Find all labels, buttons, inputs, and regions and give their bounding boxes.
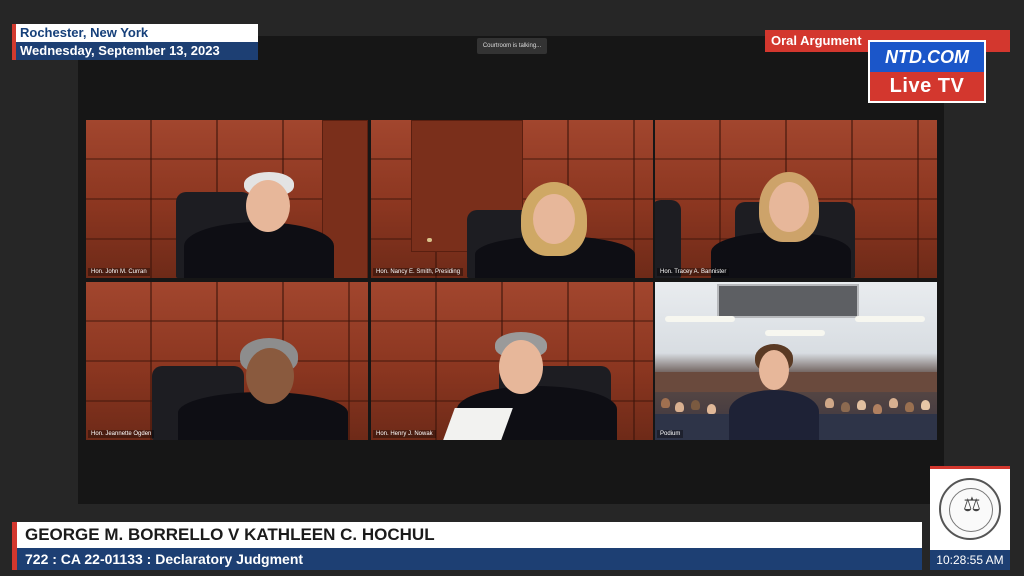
audience-member [691, 400, 700, 410]
speaker-face [759, 350, 789, 390]
ntd-logo-text: NTD.COM [870, 42, 984, 72]
judge-face [246, 348, 294, 404]
location-city: Rochester, New York [16, 24, 258, 42]
audience-member [905, 402, 914, 412]
judge-face [533, 194, 575, 244]
video-tile-ogden[interactable]: Hon. Jeannette Ogden [86, 282, 368, 440]
live-tv-label: Live TV [870, 72, 984, 101]
video-tile-nowak[interactable]: Hon. Henry J. Nowak [371, 282, 653, 440]
court-seal-icon: ⚖ [939, 478, 1001, 540]
case-subtitle: 722 : CA 22-01133 : Declaratory Judgment [17, 548, 922, 570]
ceiling-vent [717, 284, 859, 318]
location-date: Wednesday, September 13, 2023 [16, 42, 258, 60]
paper [443, 408, 513, 440]
judge-robe [184, 222, 334, 278]
participant-name: Hon. Nancy E. Smith, Presiding [373, 268, 464, 276]
audience-member [825, 398, 834, 408]
audience-member [857, 400, 866, 410]
judge-face [246, 180, 290, 232]
video-tile-smith[interactable]: Hon. Nancy E. Smith, Presiding [371, 120, 653, 278]
back-wall-trim [655, 372, 937, 392]
video-tile-bannister[interactable]: Hon. Tracey A. Bannister [655, 120, 937, 278]
audience-member [873, 404, 882, 414]
audience-member [675, 402, 684, 412]
door-knob [427, 238, 432, 242]
court-seal-box: ⚖ 10:28:55 AM [930, 466, 1010, 570]
location-lower-third: Rochester, New York Wednesday, September… [12, 24, 258, 60]
audience-member [921, 400, 930, 410]
speaker-suit [729, 390, 819, 440]
participant-name: Hon. Tracey A. Bannister [657, 268, 730, 276]
audience-member [889, 398, 898, 408]
ntd-logo: NTD.COM Live TV [868, 40, 986, 103]
case-title: GEORGE M. BORRELLO V KATHLEEN C. HOCHUL [17, 522, 922, 548]
audience-member [841, 402, 850, 412]
justice-figure-icon: ⚖ [963, 494, 981, 516]
participant-name: Hon. John M. Curran [88, 268, 150, 276]
chair-partial [655, 200, 681, 278]
audience-member [661, 398, 670, 408]
ceiling-light [665, 316, 735, 322]
case-lower-third: GEORGE M. BORRELLO V KATHLEEN C. HOCHUL … [12, 522, 922, 570]
participant-name: Hon. Jeannette Ogden [88, 430, 155, 438]
judge-face [769, 182, 809, 232]
video-tile-curran[interactable]: Hon. John M. Curran [86, 120, 368, 278]
clock-time: 10:28:55 AM [930, 550, 1010, 570]
judge-face [499, 340, 543, 394]
ceiling-light [765, 330, 825, 336]
video-tile-podium[interactable]: Podium [655, 282, 937, 440]
participant-name: Hon. Henry J. Nowak [373, 430, 436, 438]
seal-background: ⚖ [930, 466, 1010, 550]
audience-member [707, 404, 716, 414]
talking-indicator: Courtroom is talking... [477, 38, 547, 54]
ceiling-light [855, 316, 925, 322]
participant-name: Podium [657, 430, 684, 438]
